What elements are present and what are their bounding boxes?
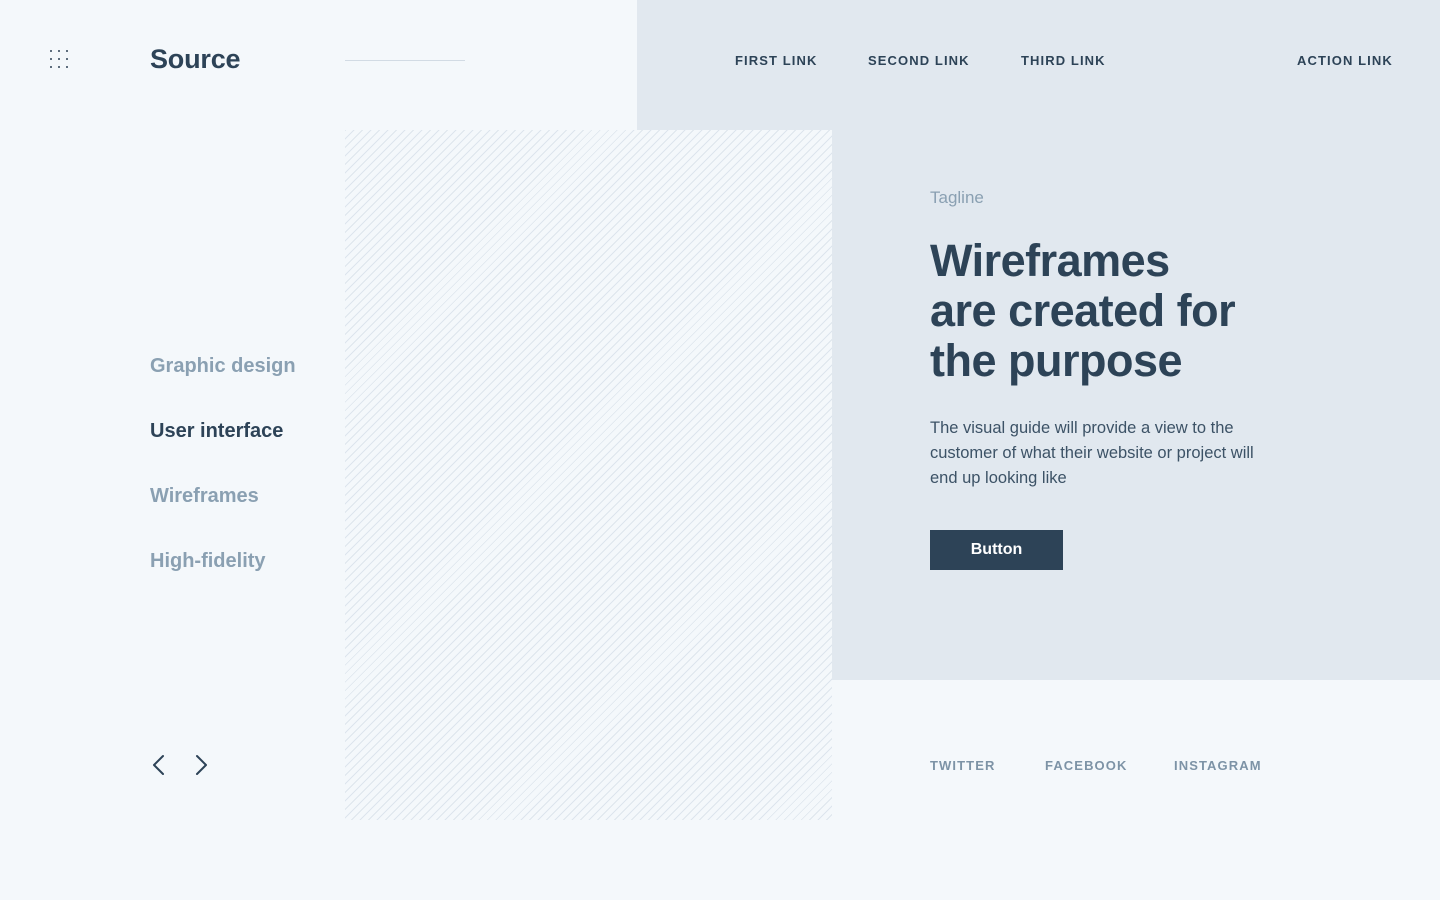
social-link-facebook[interactable]: FACEBOOK	[1045, 758, 1127, 773]
chevron-right-icon[interactable]	[193, 754, 213, 776]
header-divider	[345, 60, 465, 61]
tagline: Tagline	[930, 188, 984, 207]
hero-description: The visual guide will provide a view to …	[930, 419, 1254, 487]
headline: Wireframes are created for the purpose	[930, 236, 1270, 386]
social-link-instagram[interactable]: INSTAGRAM	[1174, 758, 1262, 773]
sidebar-item-user-interface[interactable]: User interface	[150, 420, 283, 443]
action-link[interactable]: ACTION LINK	[1297, 53, 1393, 68]
chevron-left-icon[interactable]	[150, 754, 170, 776]
sidebar-item-graphic-design[interactable]: Graphic design	[150, 355, 296, 378]
primary-button[interactable]: Button	[930, 530, 1063, 570]
sidebar-item-high-fidelity[interactable]: High-fidelity	[150, 550, 266, 573]
image-placeholder	[345, 130, 832, 820]
nav-second-link[interactable]: SECOND LINK	[868, 53, 970, 68]
headline-line: are created for	[930, 285, 1236, 336]
nav-third-link[interactable]: THIRD LINK	[1021, 53, 1106, 68]
headline-line: the purpose	[930, 335, 1183, 386]
social-link-twitter[interactable]: TWITTER	[930, 758, 995, 773]
nav-first-link[interactable]: FIRST LINK	[735, 53, 818, 68]
headline-line: Wireframes	[930, 235, 1170, 286]
sidebar-item-wireframes[interactable]: Wireframes	[150, 485, 259, 508]
logo[interactable]: Source	[150, 44, 241, 75]
grid-dots-icon[interactable]	[50, 50, 70, 70]
